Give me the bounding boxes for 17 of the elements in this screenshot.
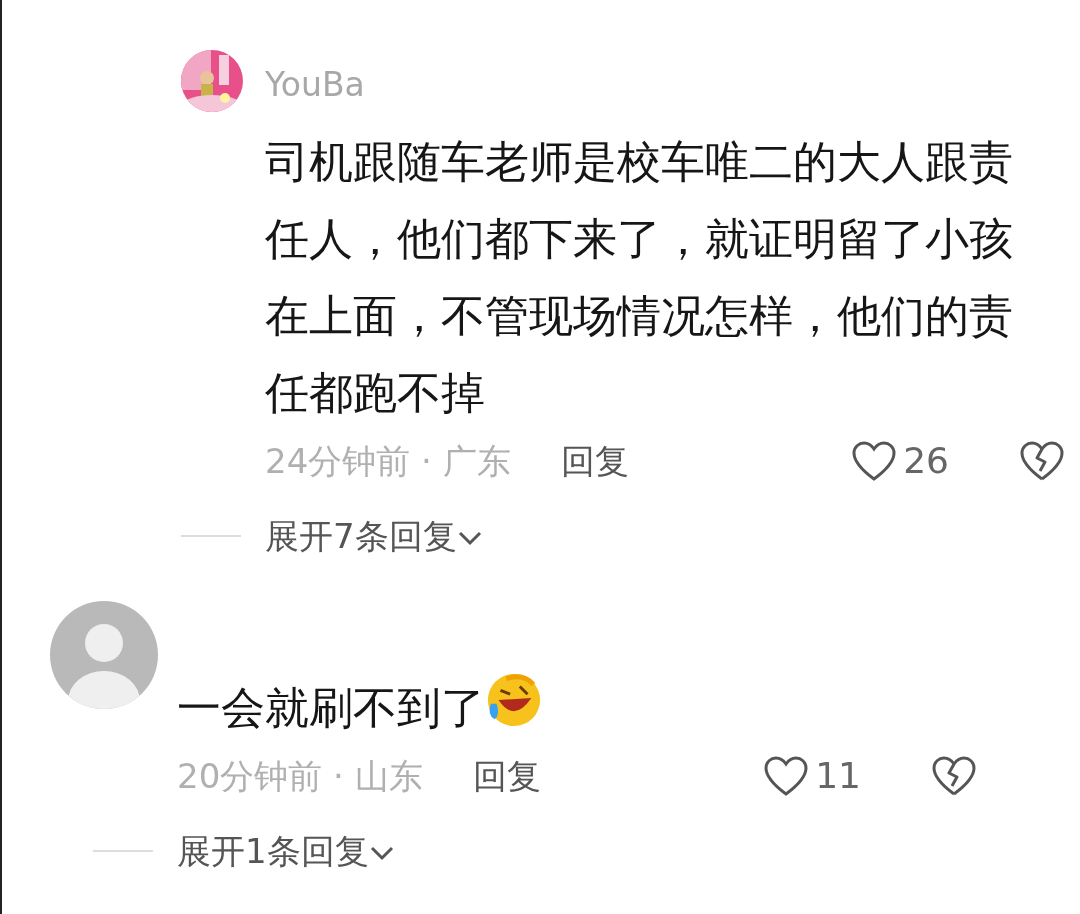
heart-icon[interactable] bbox=[851, 440, 898, 482]
time-location: 20分钟前 · 山东 bbox=[177, 754, 423, 798]
like-count: 11 bbox=[815, 754, 861, 798]
comment-text: 司机跟随车老师是校车唯二的大人跟责任人，他们都下来了，就证明留了小孩在上面，不管现场情况怎样，他们的责任都跑不掉 bbox=[265, 135, 1014, 420]
like-count: 26 bbox=[903, 439, 949, 483]
broken-heart-icon[interactable] bbox=[1019, 440, 1065, 482]
expand-replies-link[interactable]: 展开7条回复 bbox=[265, 510, 483, 562]
expand-replies-link[interactable]: 展开1条回复 bbox=[177, 825, 395, 877]
reply-link[interactable]: 回复 bbox=[560, 435, 629, 487]
broken-heart-icon[interactable] bbox=[931, 755, 977, 797]
chevron-down-icon bbox=[368, 844, 395, 862]
heart-icon[interactable] bbox=[763, 755, 810, 797]
username: YouBa bbox=[265, 68, 366, 101]
comment-text: 一会就刷不到了 bbox=[177, 669, 947, 746]
reply-link[interactable]: 回复 bbox=[472, 750, 541, 802]
time-location: 24分钟前 · 广东 bbox=[265, 439, 511, 483]
chevron-down-icon bbox=[456, 529, 483, 547]
